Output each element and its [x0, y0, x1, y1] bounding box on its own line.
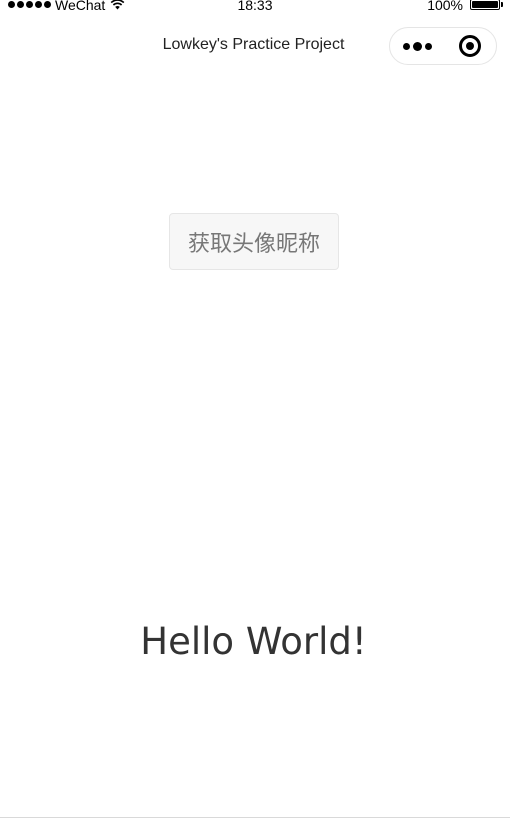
- battery-icon: [470, 0, 503, 10]
- status-bar: WeChat 18:33 100%: [0, 0, 510, 14]
- battery-percent: 100%: [427, 0, 463, 13]
- bottom-divider: [0, 817, 510, 818]
- hello-text: Hello World!: [140, 620, 367, 663]
- target-close-icon[interactable]: [459, 35, 481, 57]
- get-profile-button[interactable]: 获取头像昵称: [169, 213, 339, 270]
- more-dots-icon[interactable]: [403, 42, 432, 51]
- capsule-divider: [443, 38, 444, 56]
- menu-capsule: [389, 27, 497, 65]
- mini-program-screen: WeChat 18:33 100% Lowkey's Practice Proj…: [0, 0, 510, 819]
